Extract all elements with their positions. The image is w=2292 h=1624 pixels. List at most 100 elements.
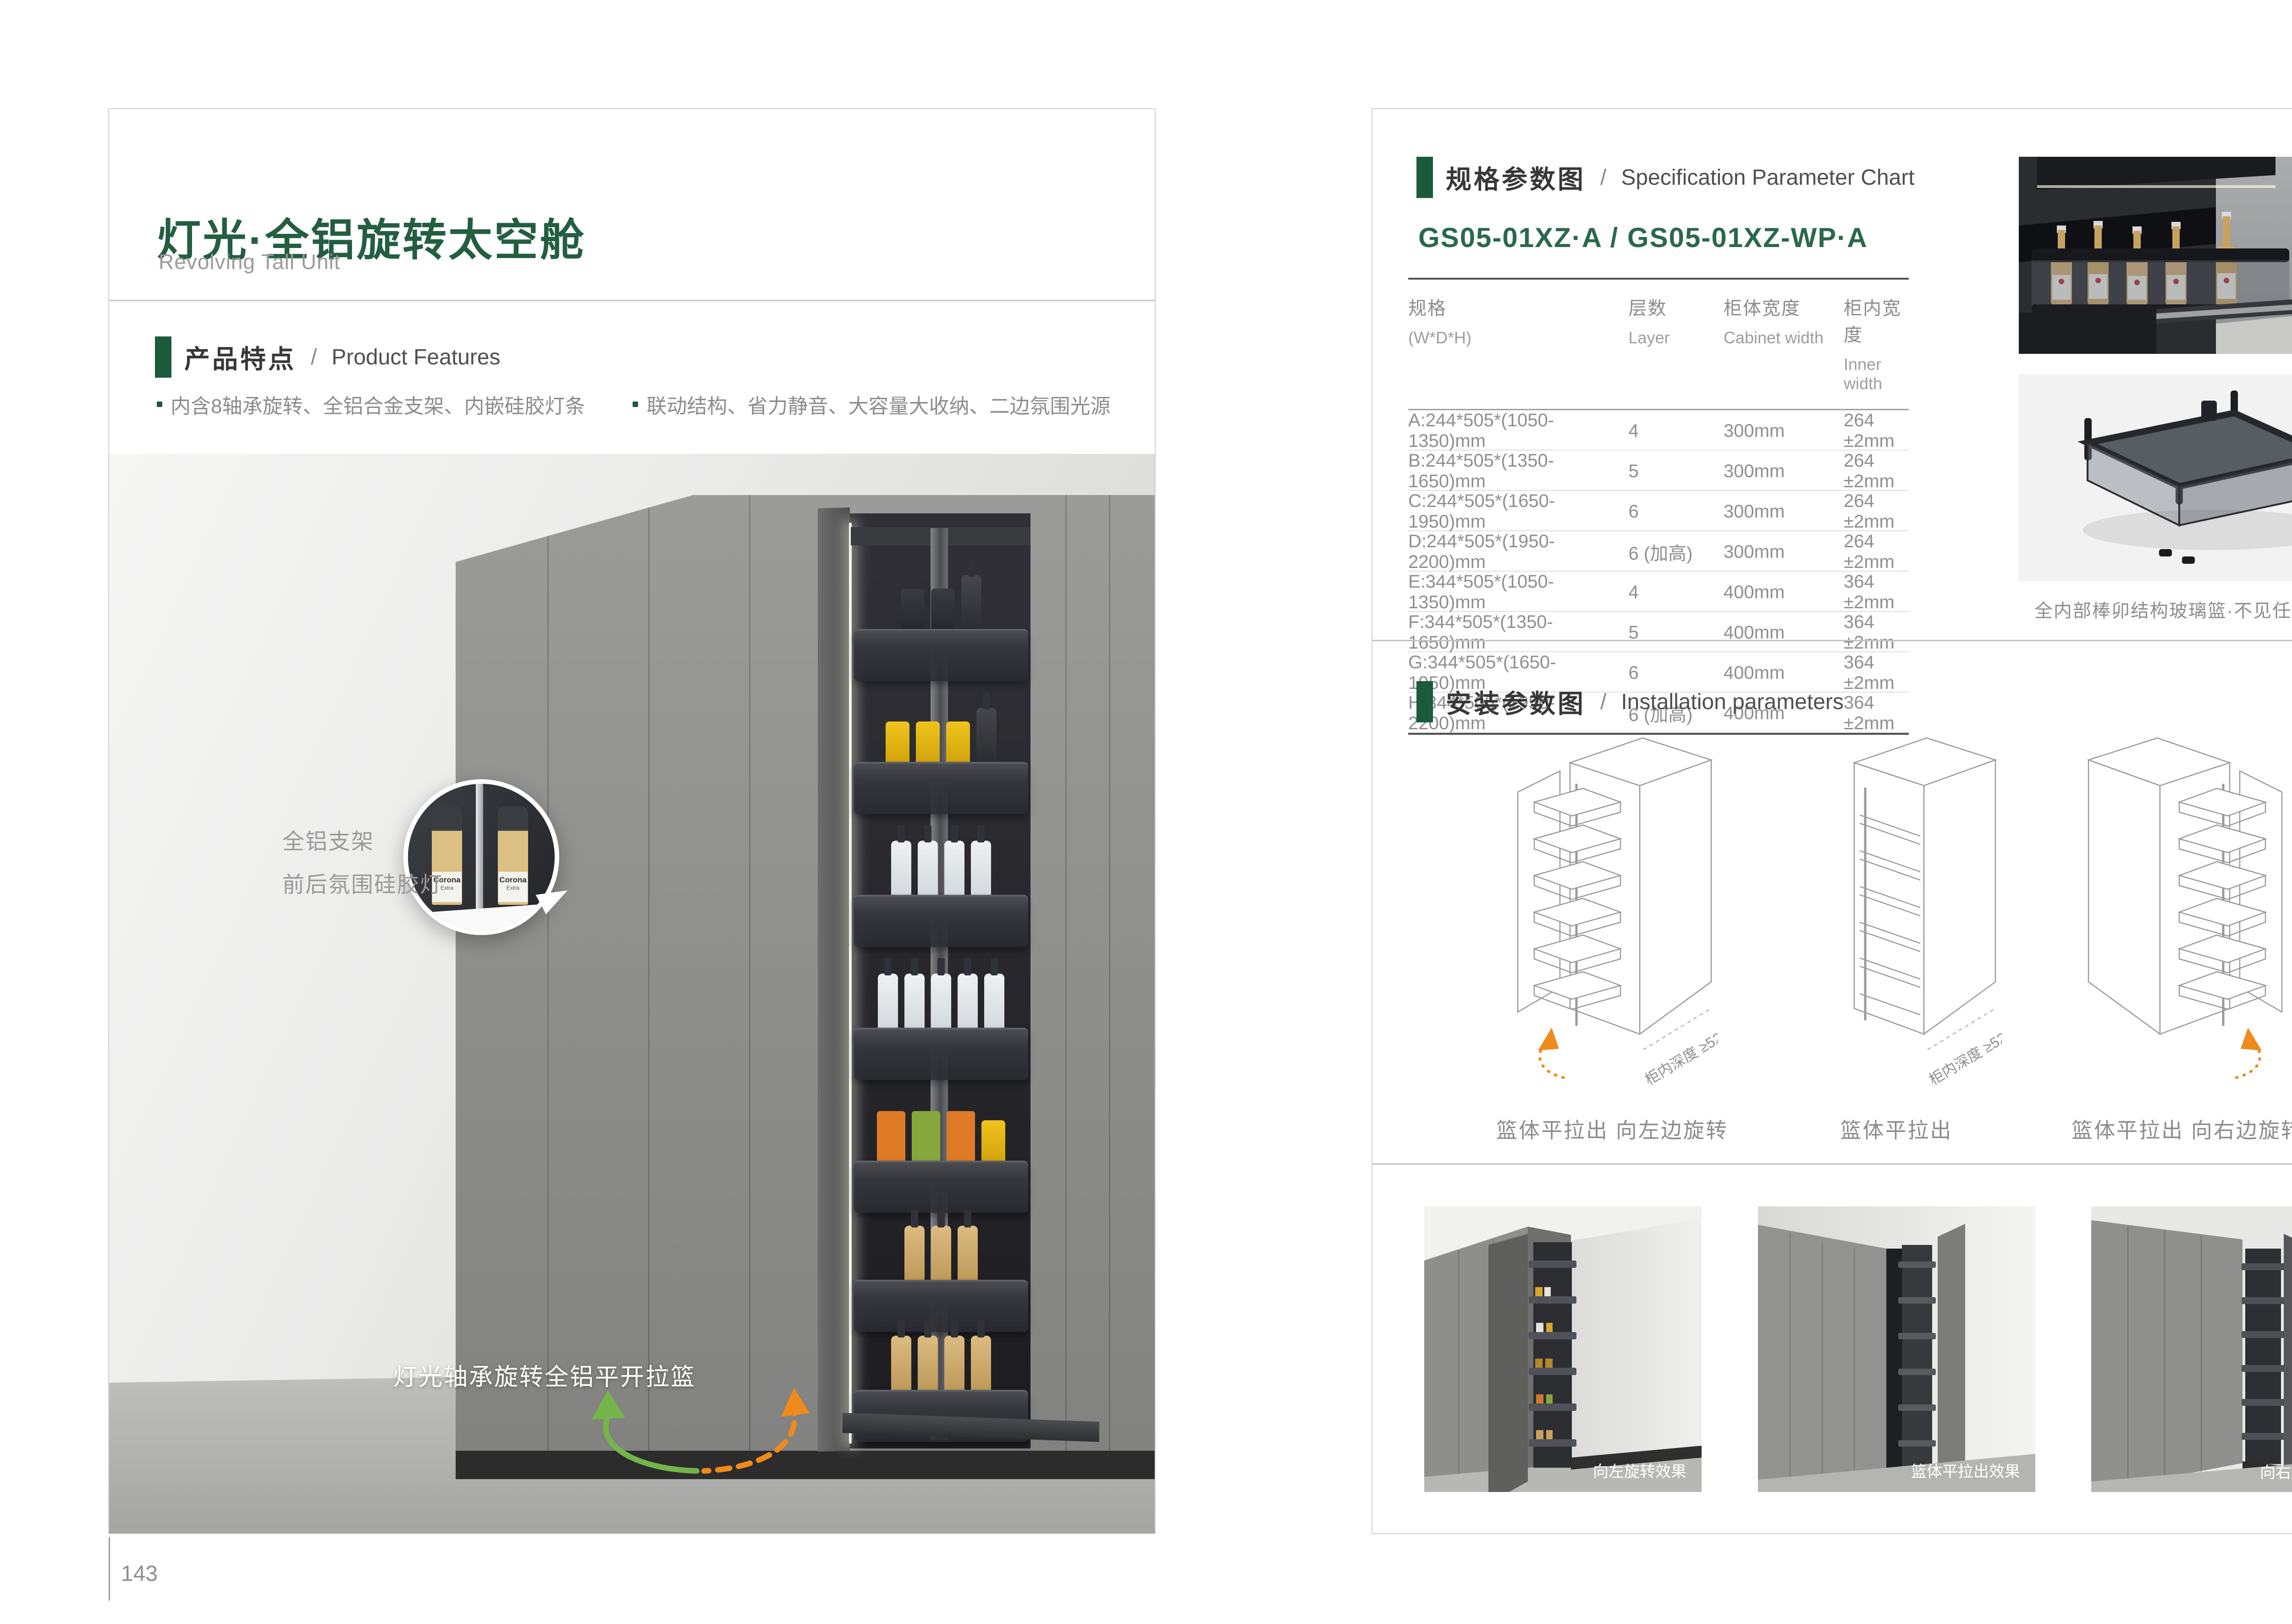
heading-zh: 规格参数图 xyxy=(1446,159,1586,196)
effect-photo-caption: 篮体平拉出效果 xyxy=(1911,1463,2020,1481)
heading-separator: / xyxy=(1600,689,1606,715)
spec-cell: 6 xyxy=(1628,501,1723,522)
spec-cell: 300mm xyxy=(1724,542,1844,562)
effect-photo-caption: 向右旋转效果 xyxy=(2260,1464,2292,1481)
heading-en: Specification Parameter Chart xyxy=(1621,165,1914,190)
bottle-brand: Corona xyxy=(499,875,527,884)
bullet-text: 内含8轴承旋转、全铝合金支架、内嵌硅胶灯条 xyxy=(171,390,585,419)
diagram-caption: 篮体平拉出 向左边旋转 xyxy=(1470,1114,1754,1144)
effect-photo-caption: 向左旋转效果 xyxy=(1593,1463,1686,1481)
effect-photo-pull-out: 篮体平拉出效果 xyxy=(1758,1206,2035,1492)
rotation-arrows-icon xyxy=(581,1387,820,1487)
col-header: 规格 (W*D*H) xyxy=(1408,280,1628,409)
bullet-text: 联动结构、省力静音、大容量大收纳、二边氛围光源 xyxy=(646,390,1110,419)
pullout-basket xyxy=(854,1280,1028,1332)
col-header-en: Inner width xyxy=(1844,355,1909,393)
heading-en: Installation parameters xyxy=(1621,689,1844,715)
spec-cell: 300mm xyxy=(1724,421,1844,441)
page-number-left: 143 xyxy=(121,1561,158,1586)
feature-bullet: 联动结构、省力静音、大容量大收纳、二边氛围光源 xyxy=(633,390,1110,419)
effect-photo-rotate-right: 向右旋转效果 xyxy=(2091,1206,2292,1492)
table-header-row: 规格 (W*D*H) 层数 Layer 柜体宽度 Cabinet width 柜… xyxy=(1408,280,1909,409)
col-header: 层数 Layer xyxy=(1628,280,1723,409)
spec-cell: 264 ±2mm xyxy=(1844,410,1909,451)
spec-cell: 264 ±2mm xyxy=(1844,491,1909,532)
open-door-panel xyxy=(818,507,850,1452)
cabinet-run xyxy=(456,495,1155,1451)
col-header-zh: 柜内宽度 xyxy=(1844,293,1909,347)
model-number: GS05-01XZ·A / GS05-01XZ-WP·A xyxy=(1418,222,1868,253)
spec-cell: C:244*505*(1650-1950)mm xyxy=(1408,491,1628,532)
bullet-dot-icon xyxy=(157,402,162,407)
cabinet-seam xyxy=(547,495,549,1451)
spec-cell: 364 ±2mm xyxy=(1844,652,1909,694)
left-page-card: 灯光·全铝旋转太空舱 Revolving Tall Unit 产品特点 / Pr… xyxy=(108,108,1156,1534)
spec-cell: 6 xyxy=(1628,663,1723,683)
heading-separator: / xyxy=(311,345,317,370)
col-header: 柜体宽度 Cabinet width xyxy=(1724,280,1844,409)
spec-cell: 264 ±2mm xyxy=(1844,451,1909,492)
spec-cell: 6 (加高) xyxy=(1628,539,1723,565)
section-divider xyxy=(1372,640,2292,641)
install-diagram-pull-out: 柜内深度 ≥520mm xyxy=(1791,732,2002,1099)
spec-cell: A:244*505*(1050-1350)mm xyxy=(1408,410,1628,451)
footer-rule xyxy=(109,1537,110,1601)
spec-cell: 300mm xyxy=(1724,461,1844,482)
led-light-strip xyxy=(849,523,852,1444)
diagram-caption: 篮体平拉出 xyxy=(1754,1114,2039,1144)
heading-separator: / xyxy=(1600,165,1606,190)
rotate-left-arrow-icon xyxy=(1538,1028,1559,1051)
pullout-basket xyxy=(854,762,1028,814)
feature-bullet: 内含8轴承旋转、全铝合金支架、内嵌硅胶灯条 xyxy=(157,390,585,419)
green-square-icon xyxy=(1416,157,1433,198)
spec-cell: 400mm xyxy=(1724,663,1844,683)
spec-cell: 364 ±2mm xyxy=(1844,693,1909,734)
effect-photo-rotate-left: 向左旋转效果 xyxy=(1424,1206,1702,1492)
table-row: C:244*505*(1650-1950)mm 6 300mm 264 ±2mm xyxy=(1408,491,1909,531)
product-features-heading: 产品特点 / Product Features xyxy=(155,336,501,378)
callout-bottle: Corona Extra xyxy=(498,806,528,905)
catalog-spread: 灯光·全铝旋转太空舱 Revolving Tall Unit 产品特点 / Pr… xyxy=(0,0,2292,1624)
bullet-dot-icon xyxy=(633,402,638,407)
heading-zh: 产品特点 xyxy=(184,339,296,376)
col-header-en: (W*D*H) xyxy=(1408,328,1628,347)
cabinet-seam xyxy=(1065,495,1067,1451)
rotate-right-arrow-icon xyxy=(2241,1028,2262,1051)
diagram-caption: 篮体平拉出 向右边旋转 xyxy=(2045,1114,2292,1144)
table-row: F:344*505*(1350-1650)mm 5 400mm 364 ±2mm xyxy=(1408,612,1909,652)
spec-table: 规格 (W*D*H) 层数 Layer 柜体宽度 Cabinet width 柜… xyxy=(1408,278,1909,735)
title-divider xyxy=(109,300,1155,301)
col-header-zh: 柜体宽度 xyxy=(1724,293,1844,320)
table-row: E:344*505*(1050-1350)mm 4 400mm 364 ±2mm xyxy=(1408,572,1909,612)
pullout-basket xyxy=(854,1161,1028,1213)
spec-photo-caption: 全内部棒卯结构玻璃篮·不见任何螺丝 xyxy=(2019,596,2292,622)
callout-line: 前后氛围硅胶灯 xyxy=(282,864,443,907)
section-divider xyxy=(1372,1163,2292,1165)
spec-photo-glass-tray xyxy=(2019,374,2292,581)
spec-cell: 264 ±2mm xyxy=(1844,531,1909,573)
heading-en: Product Features xyxy=(331,345,500,370)
pullout-basket xyxy=(854,1028,1028,1080)
col-header-zh: 规格 xyxy=(1408,293,1628,320)
col-header-en: Cabinet width xyxy=(1724,328,1844,347)
feature-bullets: 内含8轴承旋转、全铝合金支架、内嵌硅胶灯条 联动结构、省力静音、大容量大收纳、二… xyxy=(157,390,1110,419)
install-diagram-rotate-right xyxy=(2082,732,2292,1099)
installation-heading: 安装参数图 / Installation parameters xyxy=(1416,681,1844,722)
install-diagram-rotate-left: 柜内深度 ≥520mm xyxy=(1507,732,1718,1099)
cabinet-seam xyxy=(1109,495,1110,1451)
cabinet-seam xyxy=(648,495,650,1451)
spec-cell: D:244*505*(1950-2200)mm xyxy=(1408,531,1628,573)
bottle-label: Corona Extra xyxy=(498,872,528,902)
green-square-icon xyxy=(1416,681,1433,722)
spec-cell: E:344*505*(1050-1350)mm xyxy=(1408,572,1628,613)
spec-cell: 300mm xyxy=(1724,501,1844,522)
feature-callout-text: 全铝支架 前后氛围硅胶灯 xyxy=(282,820,443,906)
bottle-brand-sub: Extra xyxy=(498,885,528,892)
spec-cell: 364 ±2mm xyxy=(1844,612,1909,653)
cabinet-seam xyxy=(749,495,750,1451)
callout-line: 全铝支架 xyxy=(282,820,443,864)
spec-chart-heading: 规格参数图 / Specification Parameter Chart xyxy=(1416,157,1915,198)
green-square-icon xyxy=(155,336,171,378)
heading-zh: 安装参数图 xyxy=(1446,683,1586,721)
main-product-photo: Corona Extra Corona Extra 全铝支架 前后氛围硅胶灯 灯… xyxy=(109,454,1155,1533)
